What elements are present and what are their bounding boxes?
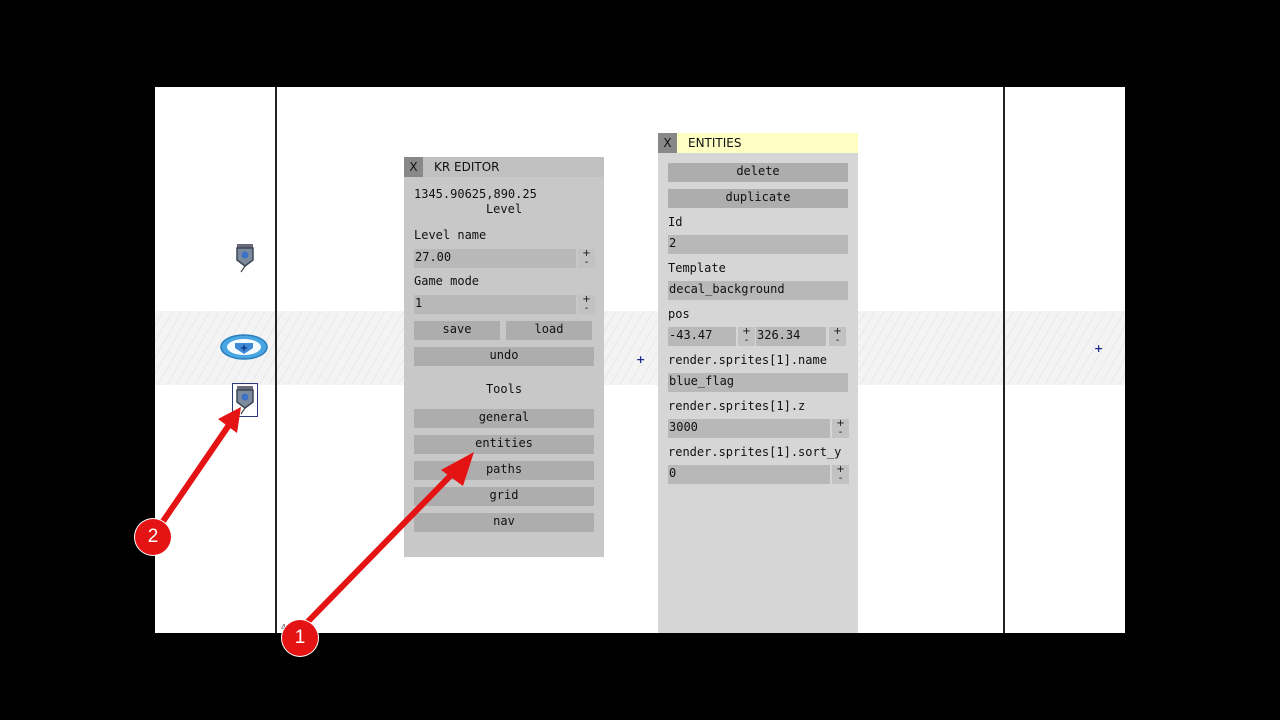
- entities-panel: X ENTITIES delete duplicate Id 2 Templat…: [658, 133, 858, 633]
- id-label: Id: [668, 215, 683, 229]
- sprite-name-field[interactable]: blue_flag: [668, 373, 848, 392]
- editor-title: KR EDITOR: [434, 160, 500, 174]
- sprite-z-stepper[interactable]: + -: [832, 419, 849, 438]
- template-label: Template: [668, 261, 726, 275]
- selected-entity-box[interactable]: [232, 383, 258, 417]
- pos-label: pos: [668, 307, 690, 321]
- decrement-icon[interactable]: -: [578, 304, 595, 314]
- pos-x-field[interactable]: -43.47: [668, 327, 736, 346]
- pos-y-stepper[interactable]: + -: [829, 327, 846, 346]
- undo-button[interactable]: undo: [414, 347, 594, 366]
- tool-general-button[interactable]: general: [414, 409, 594, 428]
- tool-nav-button[interactable]: nav: [414, 513, 594, 532]
- right-bound-line: [1003, 87, 1005, 633]
- level-name-label: Level name: [414, 228, 487, 242]
- delete-button[interactable]: delete: [668, 163, 848, 182]
- game-mode-label: Game mode: [414, 274, 480, 288]
- annotation-marker-1: 1: [282, 620, 318, 656]
- entities-close-button[interactable]: X: [658, 133, 677, 153]
- editor-close-button[interactable]: X: [404, 157, 423, 177]
- sprite-z-field[interactable]: 3000: [668, 419, 830, 438]
- crosshair-icon: +: [636, 353, 646, 366]
- cursor-coords: 1345.90625,890.25: [414, 187, 537, 201]
- decrement-icon[interactable]: -: [832, 474, 849, 484]
- spawn-eye-icon[interactable]: +: [219, 332, 269, 362]
- blue-flag-icon: [236, 386, 254, 415]
- highlight-band: [155, 311, 1125, 385]
- sprite-sort-field[interactable]: 0: [668, 465, 830, 484]
- sprite-z-label: render.sprites[1].z: [668, 399, 806, 413]
- id-field[interactable]: 2: [668, 235, 848, 254]
- duplicate-button[interactable]: duplicate: [668, 189, 848, 208]
- level-name-stepper[interactable]: + -: [578, 249, 595, 268]
- entities-title: ENTITIES: [688, 136, 742, 150]
- decrement-icon[interactable]: -: [738, 336, 755, 346]
- decrement-icon[interactable]: -: [578, 258, 595, 268]
- tools-heading: Tools: [485, 382, 523, 396]
- sprite-name-label: render.sprites[1].name: [668, 353, 827, 367]
- template-field[interactable]: decal_background: [668, 281, 848, 300]
- tool-entities-button[interactable]: entities: [414, 435, 594, 454]
- pos-x-stepper[interactable]: + -: [738, 327, 755, 346]
- game-mode-field[interactable]: 1: [414, 295, 576, 314]
- entities-titlebar: X ENTITIES: [658, 133, 858, 153]
- load-button[interactable]: load: [506, 321, 592, 340]
- kr-editor-panel: X KR EDITOR 1345.90625,890.25 Level Leve…: [404, 157, 604, 557]
- left-bound-line: [275, 87, 277, 633]
- sprite-sort-stepper[interactable]: + -: [832, 465, 849, 484]
- pos-y-field[interactable]: 326.34: [756, 327, 826, 346]
- annotation-marker-2: 2: [135, 519, 171, 555]
- sprite-sort-label: render.sprites[1].sort_y: [668, 445, 842, 459]
- crosshair-icon: +: [1094, 342, 1104, 355]
- tool-paths-button[interactable]: paths: [414, 461, 594, 480]
- editor-titlebar: X KR EDITOR: [404, 157, 604, 177]
- game-mode-stepper[interactable]: + -: [578, 295, 595, 314]
- tower-banner-icon[interactable]: [233, 242, 257, 274]
- game-viewport[interactable]: + + + 4:3: [155, 87, 1125, 633]
- level-section-heading: Level: [485, 202, 523, 216]
- decrement-icon[interactable]: -: [829, 336, 846, 346]
- level-name-field[interactable]: 27.00: [414, 249, 576, 268]
- tool-grid-button[interactable]: grid: [414, 487, 594, 506]
- save-button[interactable]: save: [414, 321, 500, 340]
- svg-text:+: +: [240, 343, 248, 354]
- decrement-icon[interactable]: -: [832, 428, 849, 438]
